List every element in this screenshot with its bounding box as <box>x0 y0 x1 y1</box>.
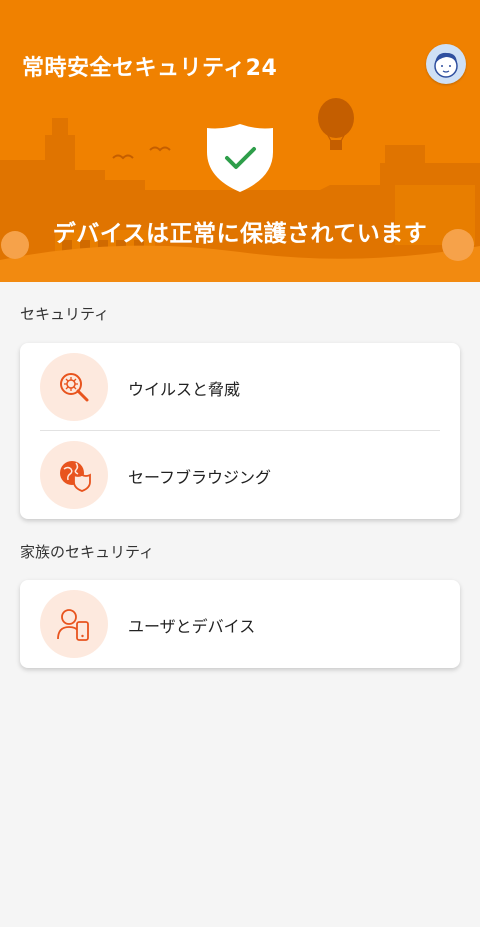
list-item-users-devices[interactable]: ユーザとデバイス <box>20 580 460 668</box>
globe-shield-icon <box>40 441 108 509</box>
app-title: 常時安全セキュリティ24 <box>22 56 278 81</box>
user-face-icon <box>434 52 458 78</box>
section-title-family-security: 家族のセキュリティ <box>20 543 155 561</box>
section-title-security: セキュリティ <box>20 305 110 323</box>
profile-avatar[interactable] <box>426 44 466 84</box>
family-security-card: ユーザとデバイス <box>20 580 460 668</box>
item-label-safe-browsing: セーフブラウジング <box>128 468 272 487</box>
protection-status: デバイスは正常に保護されています <box>52 221 428 247</box>
virus-scan-icon <box>40 353 108 421</box>
header-banner: 常時安全セキュリティ24 デバイスは正常に保護されています <box>0 0 480 282</box>
user-device-icon <box>40 590 108 658</box>
list-item-virus-threats[interactable]: ウイルスと脅威 <box>20 343 460 431</box>
list-item-safe-browsing[interactable]: セーフブラウジング <box>20 431 460 519</box>
shield-check-icon <box>207 124 273 192</box>
item-label-users-devices: ユーザとデバイス <box>128 617 256 636</box>
security-card: ウイルスと脅威 セーフブラウジング <box>20 343 460 519</box>
item-label-virus-threats: ウイルスと脅威 <box>128 380 241 399</box>
